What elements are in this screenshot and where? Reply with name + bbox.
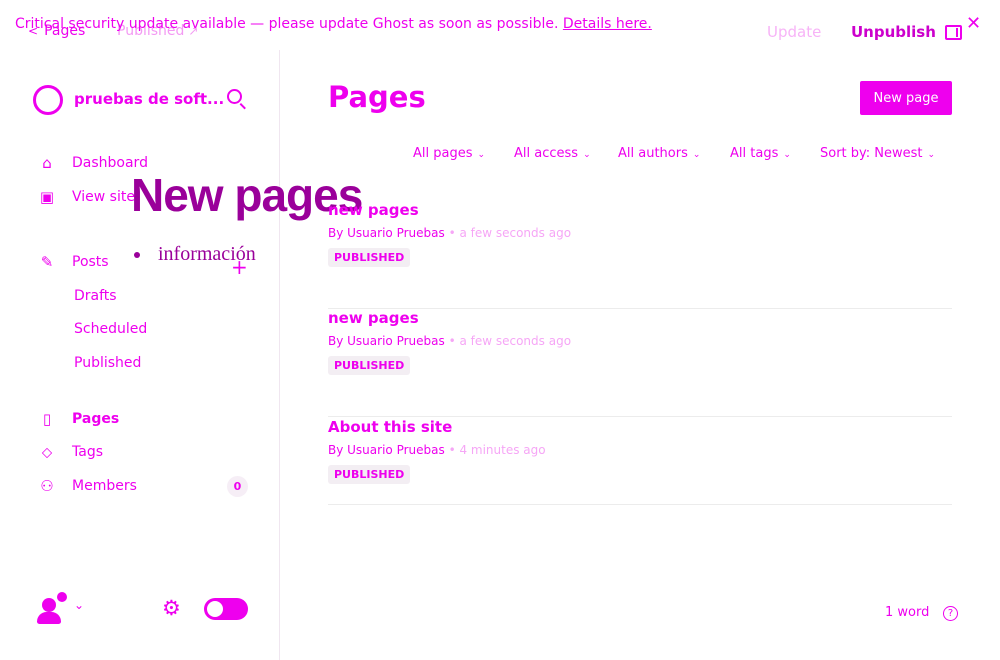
filter-label: All tags bbox=[730, 146, 779, 161]
author: By Usuario Pruebas bbox=[328, 443, 445, 457]
sidebar-toggle-icon[interactable] bbox=[945, 25, 962, 40]
sidebar-item-label: Members bbox=[72, 478, 137, 494]
sidebar-item-pages[interactable]: ▯ Pages bbox=[0, 406, 260, 432]
browser-icon: ▣ bbox=[39, 188, 55, 206]
sidebar-item-scheduled[interactable]: Scheduled bbox=[74, 321, 147, 337]
chevron-down-icon: ⌄ bbox=[583, 150, 591, 160]
avatar[interactable] bbox=[37, 592, 67, 624]
site-title[interactable]: pruebas de soft... bbox=[74, 90, 224, 108]
filter-label: All pages bbox=[413, 146, 473, 161]
timestamp: • a few seconds ago bbox=[444, 226, 572, 240]
filter-label: All access bbox=[514, 146, 579, 161]
tag-icon: ⬦ bbox=[41, 443, 53, 461]
chevron-down-icon: ⌄ bbox=[692, 150, 701, 160]
filter-access[interactable]: All access ⌄ bbox=[514, 146, 591, 161]
search-icon[interactable] bbox=[227, 89, 242, 104]
chevron-down-icon: ⌄ bbox=[927, 150, 936, 160]
sidebar: pruebas de soft... ⌂ Dashboard ▣ View si… bbox=[0, 50, 280, 660]
page-row-meta: By Usuario Pruebas • 4 minutes ago bbox=[328, 443, 546, 457]
author: By Usuario Pruebas bbox=[328, 334, 445, 348]
filter-label: Sort by: Newest bbox=[820, 146, 923, 161]
filter-tags[interactable]: All tags ⌄ bbox=[730, 146, 791, 161]
filter-label: All authors bbox=[618, 146, 688, 161]
home-icon: ⌂ bbox=[42, 154, 52, 172]
chevron-down-icon[interactable]: ⌄ bbox=[74, 598, 84, 612]
gear-icon[interactable]: ⚙ bbox=[162, 596, 181, 620]
author: By Usuario Pruebas bbox=[328, 226, 445, 240]
page-row-title[interactable]: new pages bbox=[328, 201, 419, 219]
update-button[interactable]: Update bbox=[767, 23, 821, 41]
chevron-down-icon: ⌄ bbox=[783, 150, 791, 160]
sidebar-item-label: Posts bbox=[72, 254, 109, 270]
chevron-down-icon: ⌄ bbox=[477, 150, 486, 160]
page-row-title[interactable]: About this site bbox=[328, 418, 452, 436]
list-item[interactable]: About this site By Usuario Pruebas • 4 m… bbox=[328, 418, 952, 505]
timestamp: • 4 minutes ago bbox=[444, 443, 546, 457]
banner-text: Critical security update available — ple… bbox=[15, 16, 559, 32]
sidebar-item-published[interactable]: Published bbox=[74, 355, 141, 371]
status-badge: PUBLISHED bbox=[328, 356, 411, 375]
close-icon[interactable]: ✕ bbox=[966, 13, 981, 34]
banner-details-link[interactable]: Details here. bbox=[563, 16, 652, 32]
sidebar-item-tags[interactable]: ⬦ Tags bbox=[0, 439, 260, 465]
sort-dropdown[interactable]: Sort by: Newest ⌄ bbox=[820, 146, 935, 161]
filter-pages[interactable]: All pages ⌄ bbox=[413, 146, 485, 161]
filter-authors[interactable]: All authors ⌄ bbox=[618, 146, 700, 161]
members-count-badge: 0 bbox=[227, 475, 248, 497]
status-badge: PUBLISHED bbox=[328, 248, 411, 267]
unpublish-button[interactable]: Unpublish bbox=[851, 23, 936, 41]
sidebar-item-label: Tags bbox=[72, 444, 103, 460]
word-count: 1 word bbox=[885, 605, 930, 620]
page-row-title[interactable]: new pages bbox=[328, 309, 419, 327]
page-row-meta: By Usuario Pruebas • a few seconds ago bbox=[328, 226, 571, 240]
bullet-text: información bbox=[158, 243, 256, 265]
status-badge: PUBLISHED bbox=[328, 465, 411, 484]
list-item[interactable]: new pages By Usuario Pruebas • a few sec… bbox=[328, 309, 952, 417]
list-item[interactable]: new pages By Usuario Pruebas • a few sec… bbox=[328, 201, 952, 309]
page-icon: ▯ bbox=[42, 410, 52, 428]
sidebar-item-label: View site bbox=[72, 189, 135, 205]
new-page-button[interactable]: New page bbox=[860, 81, 952, 115]
security-banner: Critical security update available — ple… bbox=[15, 16, 652, 32]
sidebar-item-members[interactable]: ⚇ Members 0 bbox=[0, 473, 260, 499]
timestamp: • a few seconds ago bbox=[444, 334, 572, 348]
site-logo[interactable] bbox=[33, 85, 63, 115]
edit-icon: ✎ bbox=[40, 253, 54, 271]
page-row-meta: By Usuario Pruebas • a few seconds ago bbox=[328, 334, 571, 348]
sidebar-item-drafts[interactable]: Drafts bbox=[74, 288, 117, 304]
help-icon[interactable]: ? bbox=[943, 606, 958, 621]
editor-bullet-item: información bbox=[134, 243, 256, 266]
sidebar-item-label: Pages bbox=[72, 411, 120, 427]
dark-mode-toggle[interactable] bbox=[204, 598, 248, 620]
page-title: Pages bbox=[328, 80, 426, 114]
members-icon: ⚇ bbox=[40, 477, 54, 495]
notification-dot bbox=[57, 592, 67, 602]
